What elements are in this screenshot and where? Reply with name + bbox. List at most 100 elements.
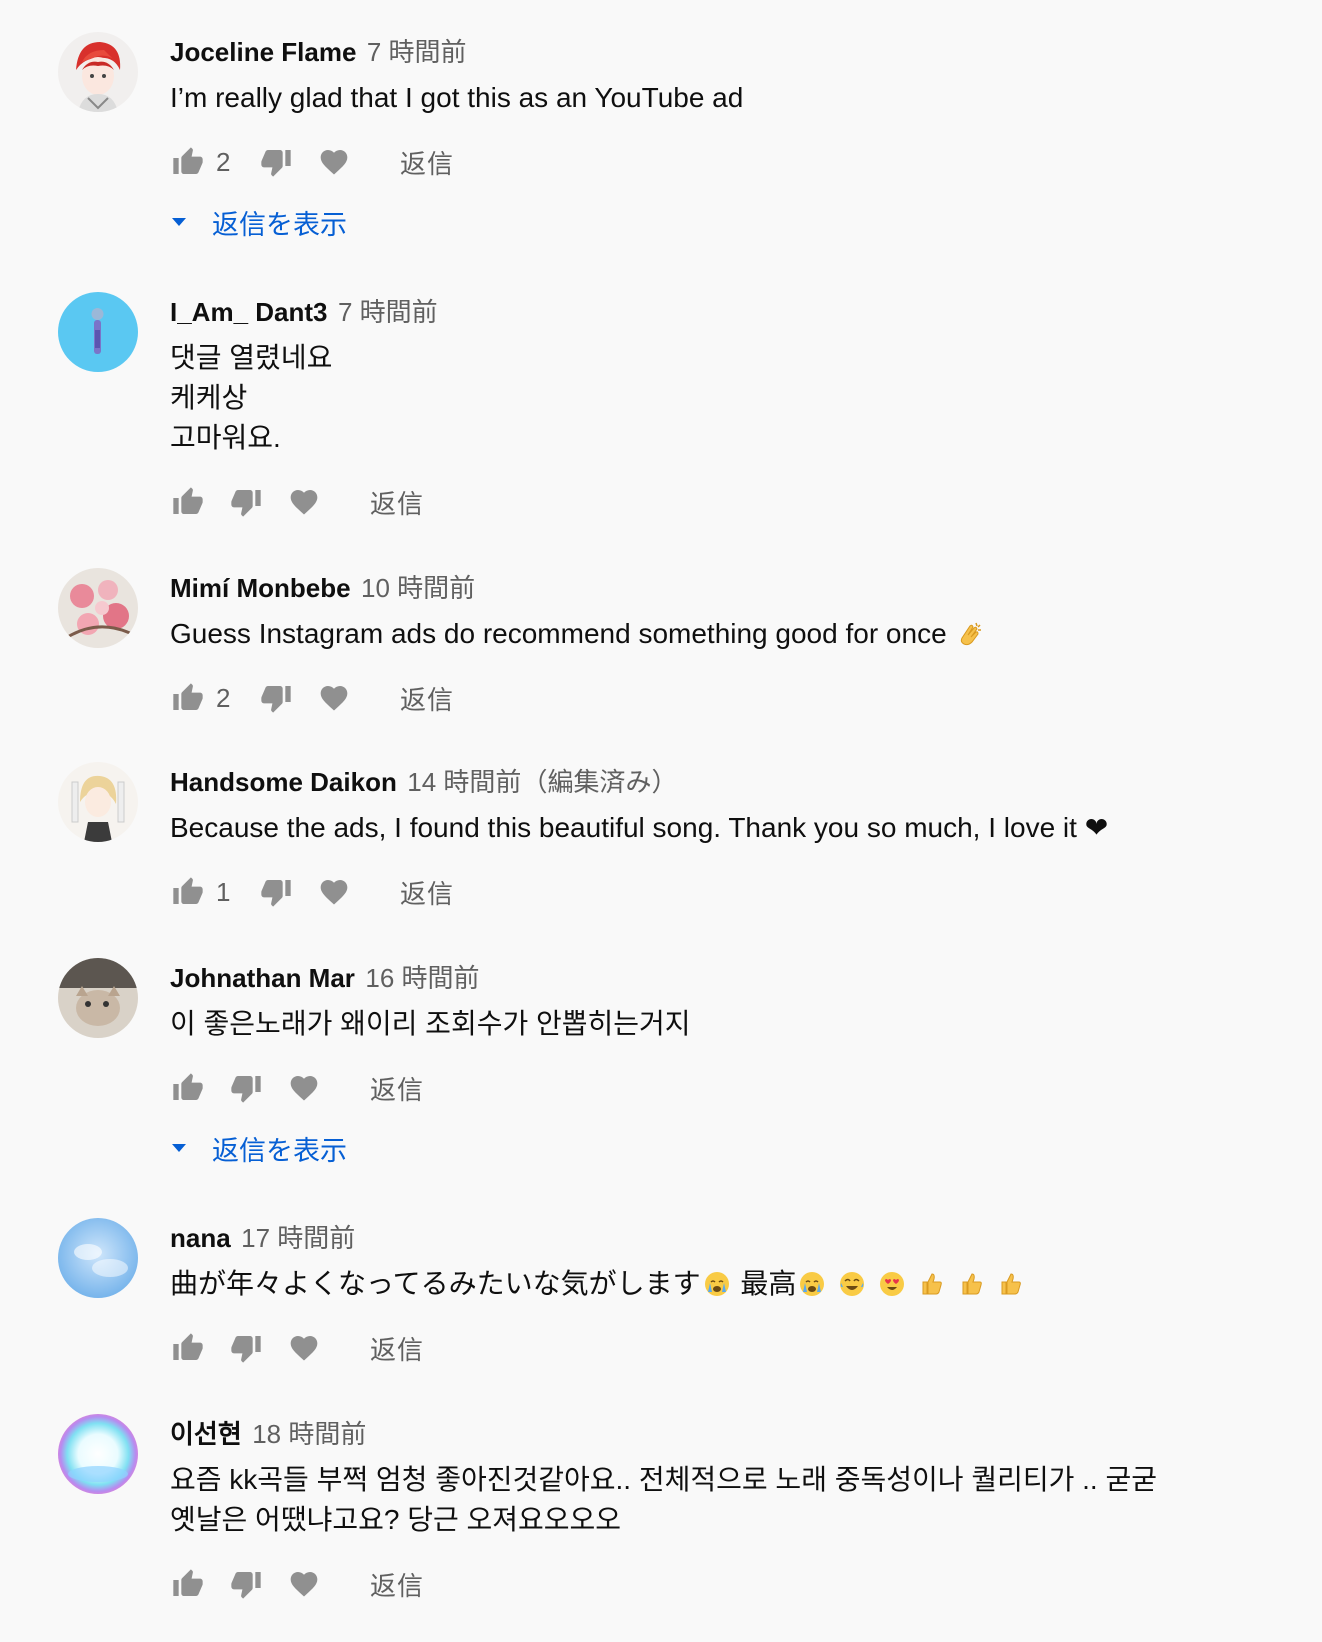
comment-header: Mimí Monbebe 10 時間前	[170, 568, 1280, 608]
thumbs-down-icon	[230, 1072, 262, 1104]
comment-actions: 返信	[170, 1562, 1280, 1606]
reply-button[interactable]: 返信	[370, 1330, 424, 1367]
comment-text: I’m really glad that I got this as an Yo…	[170, 78, 1280, 118]
dislike-button[interactable]	[258, 874, 294, 910]
thumbs-down-icon	[260, 146, 292, 178]
heart-button[interactable]	[316, 874, 352, 910]
reply-button[interactable]: 返信	[370, 484, 424, 521]
comment-text: Guess Instagram ads do recommend somethi…	[170, 614, 1280, 654]
thumbs-up-icon	[172, 1072, 204, 1104]
dislike-button[interactable]	[228, 1566, 264, 1602]
comment-text-line: Because the ads, I found this beautiful …	[170, 812, 1109, 843]
thumbs-up-icon	[172, 486, 204, 518]
heart-eyes-emoji	[879, 1272, 904, 1296]
comment-actions: 返信	[170, 480, 1280, 524]
show-replies-button[interactable]: 返信を表示	[170, 1128, 1280, 1168]
author-name[interactable]: nana	[170, 1223, 231, 1253]
author-name[interactable]: Johnathan Mar	[170, 963, 355, 993]
thumbs-up-icon	[172, 682, 204, 714]
dislike-button[interactable]	[258, 144, 294, 180]
comment-actions: 返信	[170, 1326, 1280, 1370]
avatar[interactable]	[58, 568, 138, 648]
comment-text-line: 이 좋은노래가 왜이리 조회수가 안뽑히는거지	[170, 1008, 691, 1039]
show-replies-label: 返信を表示	[212, 1135, 347, 1166]
comment-text-line: I’m really glad that I got this as an Yo…	[170, 82, 744, 113]
reply-button[interactable]: 返信	[370, 1566, 424, 1603]
published-time[interactable]: 17 時間前	[241, 1223, 355, 1253]
heart-icon	[318, 146, 350, 178]
reply-button[interactable]: 返信	[400, 874, 454, 911]
thumbs-up-emoji	[962, 1273, 982, 1295]
like-count: 1	[216, 876, 231, 907]
like-button[interactable]	[170, 680, 206, 716]
published-time[interactable]: 10 時間前	[361, 573, 475, 603]
like-button[interactable]	[170, 144, 206, 180]
heart-icon	[288, 486, 320, 518]
published-time[interactable]: 18 時間前	[252, 1419, 366, 1449]
comment-text-line: 曲が年々よくなってるみたいな気がします 最高	[170, 1264, 1280, 1304]
author-name[interactable]: I_Am_ Dant3	[170, 297, 328, 327]
published-time[interactable]: 14 時間前	[407, 767, 521, 797]
published-time[interactable]: 7 時間前	[338, 297, 438, 327]
comment-text-line: 요즘 kk곡들 부쩍 엄청 좋아진것같아요.. 전체적으로 노래 중독성이나 퀄…	[170, 1464, 1157, 1495]
heart-icon	[288, 1568, 320, 1600]
dislike-button[interactable]	[228, 484, 264, 520]
comment-body: Handsome Daikon 14 時間前（編集済み） Because the…	[170, 762, 1280, 914]
heart-button[interactable]	[286, 1070, 322, 1106]
avatar[interactable]	[58, 32, 138, 112]
thumbs-down-icon	[260, 876, 292, 908]
author-name[interactable]: Joceline Flame	[170, 37, 356, 67]
comments-section: Joceline Flame 7 時間前 I’m really glad tha…	[0, 0, 1322, 1642]
comment-actions: 返信	[170, 1066, 1280, 1110]
comment-text-line: 케케상	[170, 382, 248, 413]
avatar[interactable]	[58, 1414, 138, 1494]
comment-body: Mimí Monbebe 10 時間前 Guess Instagram ads …	[170, 568, 1280, 720]
published-time[interactable]: 16 時間前	[365, 963, 479, 993]
comment-text-line: 고마워요.	[170, 422, 281, 453]
author-name[interactable]: Handsome Daikon	[170, 767, 397, 797]
like-button[interactable]	[170, 1330, 206, 1366]
heart-button[interactable]	[316, 144, 352, 180]
heart-button[interactable]	[286, 484, 322, 520]
comment-body: I_Am_ Dant3 7 時間前 댓글 열렸네요 케케상 고마워요. 返信	[170, 292, 1280, 524]
dislike-button[interactable]	[258, 680, 294, 716]
comment-text: 이 좋은노래가 왜이리 조회수가 안뽑히는거지	[170, 1004, 1280, 1044]
dislike-button[interactable]	[228, 1070, 264, 1106]
heart-button[interactable]	[286, 1330, 322, 1366]
dislike-button[interactable]	[228, 1330, 264, 1366]
thumbs-up-icon	[172, 1332, 204, 1364]
like-button[interactable]	[170, 874, 206, 910]
comment-text: 曲が年々よくなってるみたいな気がします 最高	[170, 1264, 1280, 1304]
like-button[interactable]	[170, 484, 206, 520]
author-name[interactable]: Mimí Monbebe	[170, 573, 351, 603]
like-button[interactable]	[170, 1566, 206, 1602]
thumbs-down-icon	[230, 1332, 262, 1364]
edited-label: （編集済み）	[521, 767, 678, 797]
heart-icon	[318, 682, 350, 714]
reply-button[interactable]: 返信	[400, 680, 454, 717]
avatar[interactable]	[58, 1218, 138, 1298]
crying-face-emoji	[704, 1272, 729, 1296]
caret-down-icon	[172, 1144, 186, 1152]
reply-button[interactable]: 返信	[400, 144, 454, 181]
published-time[interactable]: 7 時間前	[367, 37, 467, 67]
crying-face-emoji	[800, 1272, 825, 1296]
avatar[interactable]	[58, 762, 138, 842]
thumbs-up-icon	[172, 1568, 204, 1600]
heart-icon	[318, 876, 350, 908]
avatar[interactable]	[58, 958, 138, 1038]
author-name[interactable]: 이선현	[170, 1419, 242, 1449]
heart-button[interactable]	[286, 1566, 322, 1602]
heart-button[interactable]	[316, 680, 352, 716]
clapping-hands-emoji	[961, 622, 982, 646]
comment-body: 이선현 18 時間前 요즘 kk곡들 부쩍 엄청 좋아진것같아요.. 전체적으로…	[170, 1414, 1280, 1606]
like-button[interactable]	[170, 1070, 206, 1106]
reply-button[interactable]: 返信	[370, 1070, 424, 1107]
comment-header: I_Am_ Dant3 7 時間前	[170, 292, 1280, 332]
thumbs-down-icon	[260, 682, 292, 714]
comment-actions: 2 返信	[170, 140, 1280, 184]
comment-actions: 1 返信	[170, 870, 1280, 914]
show-replies-button[interactable]: 返信を表示	[170, 202, 1280, 242]
avatar[interactable]	[58, 292, 138, 372]
comment-header: Joceline Flame 7 時間前	[170, 32, 1280, 72]
